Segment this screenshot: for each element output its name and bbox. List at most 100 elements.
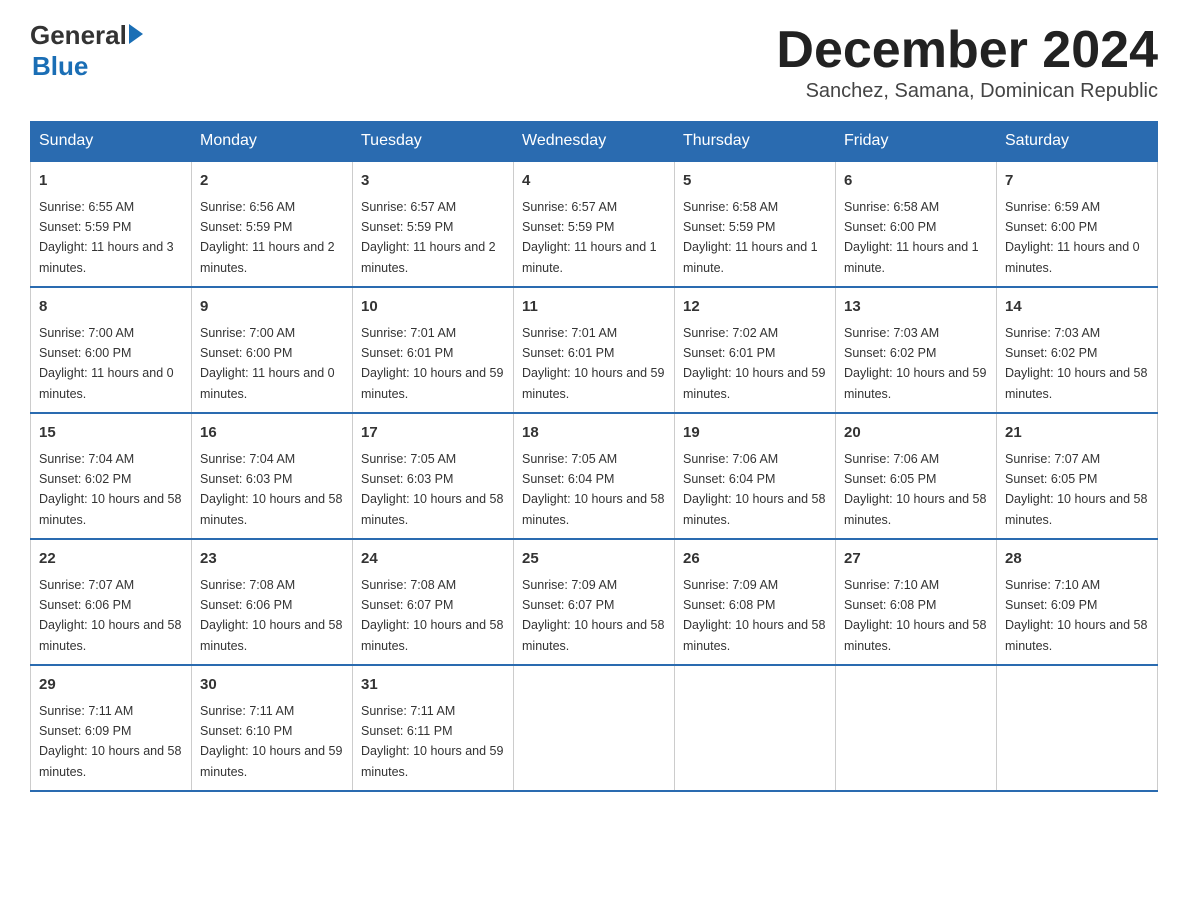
day-number: 24 (361, 548, 505, 571)
day-number: 7 (1005, 170, 1149, 193)
day-info: Sunrise: 7:06 AMSunset: 6:05 PMDaylight:… (844, 452, 986, 527)
day-info: Sunrise: 6:58 AMSunset: 5:59 PMDaylight:… (683, 200, 818, 275)
day-info: Sunrise: 6:58 AMSunset: 6:00 PMDaylight:… (844, 200, 979, 275)
weekday-header-sunday: Sunday (31, 122, 192, 162)
day-number: 20 (844, 422, 988, 445)
calendar-cell: 15 Sunrise: 7:04 AMSunset: 6:02 PMDayligh… (31, 413, 192, 539)
day-number: 17 (361, 422, 505, 445)
calendar-cell: 1 Sunrise: 6:55 AMSunset: 5:59 PMDaylight… (31, 161, 192, 287)
calendar-cell (997, 665, 1158, 791)
day-number: 21 (1005, 422, 1149, 445)
day-number: 18 (522, 422, 666, 445)
calendar-cell: 18 Sunrise: 7:05 AMSunset: 6:04 PMDayligh… (514, 413, 675, 539)
calendar-week-row: 22Sunrise: 7:07 AMSunset: 6:06 PMDayligh… (31, 539, 1158, 665)
calendar-table: SundayMondayTuesdayWednesdayThursdayFrid… (30, 121, 1158, 792)
day-number: 28 (1005, 548, 1149, 571)
day-info: Sunrise: 7:08 AMSunset: 6:07 PMDaylight:… (361, 578, 503, 653)
day-number: 6 (844, 170, 988, 193)
calendar-cell: 26Sunrise: 7:09 AMSunset: 6:08 PMDayligh… (675, 539, 836, 665)
calendar-cell: 27 Sunrise: 7:10 AMSunset: 6:08 PMDayligh… (836, 539, 997, 665)
day-info: Sunrise: 7:03 AMSunset: 6:02 PMDaylight:… (1005, 326, 1147, 401)
calendar-cell (836, 665, 997, 791)
calendar-cell: 25Sunrise: 7:09 AMSunset: 6:07 PMDayligh… (514, 539, 675, 665)
day-number: 25 (522, 548, 666, 571)
day-number: 2 (200, 170, 344, 193)
calendar-cell (514, 665, 675, 791)
month-year-title: December 2024 (776, 20, 1158, 80)
calendar-week-row: 1 Sunrise: 6:55 AMSunset: 5:59 PMDaylight… (31, 161, 1158, 287)
day-info: Sunrise: 6:56 AMSunset: 5:59 PMDaylight:… (200, 200, 335, 275)
logo-arrow-icon (129, 24, 143, 44)
day-info: Sunrise: 7:05 AMSunset: 6:04 PMDaylight:… (522, 452, 664, 527)
calendar-cell: 4 Sunrise: 6:57 AMSunset: 5:59 PMDaylight… (514, 161, 675, 287)
day-number: 1 (39, 170, 183, 193)
calendar-cell: 6 Sunrise: 6:58 AMSunset: 6:00 PMDaylight… (836, 161, 997, 287)
calendar-week-row: 8Sunrise: 7:00 AMSunset: 6:00 PMDaylight… (31, 287, 1158, 413)
day-number: 31 (361, 674, 505, 697)
location-subtitle: Sanchez, Samana, Dominican Republic (776, 80, 1158, 103)
calendar-cell: 28 Sunrise: 7:10 AMSunset: 6:09 PMDayligh… (997, 539, 1158, 665)
day-number: 9 (200, 296, 344, 319)
day-number: 5 (683, 170, 827, 193)
weekday-header-thursday: Thursday (675, 122, 836, 162)
calendar-cell: 7 Sunrise: 6:59 AMSunset: 6:00 PMDaylight… (997, 161, 1158, 287)
calendar-cell: 29Sunrise: 7:11 AMSunset: 6:09 PMDayligh… (31, 665, 192, 791)
day-info: Sunrise: 7:02 AMSunset: 6:01 PMDaylight:… (683, 326, 825, 401)
day-info: Sunrise: 6:55 AMSunset: 5:59 PMDaylight:… (39, 200, 174, 275)
calendar-cell: 30 Sunrise: 7:11 AMSunset: 6:10 PMDayligh… (192, 665, 353, 791)
day-info: Sunrise: 7:04 AMSunset: 6:02 PMDaylight:… (39, 452, 181, 527)
day-number: 15 (39, 422, 183, 445)
weekday-header-saturday: Saturday (997, 122, 1158, 162)
day-info: Sunrise: 6:59 AMSunset: 6:00 PMDaylight:… (1005, 200, 1140, 275)
calendar-cell (675, 665, 836, 791)
day-info: Sunrise: 7:11 AMSunset: 6:10 PMDaylight:… (200, 704, 342, 779)
calendar-cell: 20 Sunrise: 7:06 AMSunset: 6:05 PMDayligh… (836, 413, 997, 539)
day-number: 14 (1005, 296, 1149, 319)
day-number: 27 (844, 548, 988, 571)
day-info: Sunrise: 6:57 AMSunset: 5:59 PMDaylight:… (522, 200, 657, 275)
day-number: 19 (683, 422, 827, 445)
day-info: Sunrise: 7:10 AMSunset: 6:09 PMDaylight:… (1005, 578, 1147, 653)
calendar-cell: 19 Sunrise: 7:06 AMSunset: 6:04 PMDayligh… (675, 413, 836, 539)
day-number: 13 (844, 296, 988, 319)
calendar-cell: 5 Sunrise: 6:58 AMSunset: 5:59 PMDaylight… (675, 161, 836, 287)
day-info: Sunrise: 6:57 AMSunset: 5:59 PMDaylight:… (361, 200, 496, 275)
day-number: 10 (361, 296, 505, 319)
day-info: Sunrise: 7:01 AMSunset: 6:01 PMDaylight:… (361, 326, 503, 401)
calendar-cell: 3 Sunrise: 6:57 AMSunset: 5:59 PMDaylight… (353, 161, 514, 287)
logo-general-text: General (30, 20, 127, 51)
day-info: Sunrise: 7:07 AMSunset: 6:05 PMDaylight:… (1005, 452, 1147, 527)
day-info: Sunrise: 7:08 AMSunset: 6:06 PMDaylight:… (200, 578, 342, 653)
day-number: 22 (39, 548, 183, 571)
calendar-cell: 12 Sunrise: 7:02 AMSunset: 6:01 PMDayligh… (675, 287, 836, 413)
day-info: Sunrise: 7:05 AMSunset: 6:03 PMDaylight:… (361, 452, 503, 527)
day-info: Sunrise: 7:11 AMSunset: 6:11 PMDaylight:… (361, 704, 503, 779)
title-section: December 2024 Sanchez, Samana, Dominican… (776, 20, 1158, 103)
calendar-cell: 23Sunrise: 7:08 AMSunset: 6:06 PMDayligh… (192, 539, 353, 665)
day-info: Sunrise: 7:00 AMSunset: 6:00 PMDaylight:… (39, 326, 174, 401)
day-info: Sunrise: 7:06 AMSunset: 6:04 PMDaylight:… (683, 452, 825, 527)
calendar-week-row: 15 Sunrise: 7:04 AMSunset: 6:02 PMDayligh… (31, 413, 1158, 539)
day-info: Sunrise: 7:04 AMSunset: 6:03 PMDaylight:… (200, 452, 342, 527)
day-number: 4 (522, 170, 666, 193)
calendar-cell: 24 Sunrise: 7:08 AMSunset: 6:07 PMDayligh… (353, 539, 514, 665)
logo: General Blue (30, 20, 143, 82)
calendar-cell: 17 Sunrise: 7:05 AMSunset: 6:03 PMDayligh… (353, 413, 514, 539)
weekday-header-monday: Monday (192, 122, 353, 162)
weekday-header-wednesday: Wednesday (514, 122, 675, 162)
calendar-cell: 21 Sunrise: 7:07 AMSunset: 6:05 PMDayligh… (997, 413, 1158, 539)
weekday-header-friday: Friday (836, 122, 997, 162)
calendar-cell: 22Sunrise: 7:07 AMSunset: 6:06 PMDayligh… (31, 539, 192, 665)
day-number: 11 (522, 296, 666, 319)
calendar-cell: 11Sunrise: 7:01 AMSunset: 6:01 PMDayligh… (514, 287, 675, 413)
calendar-cell: 2 Sunrise: 6:56 AMSunset: 5:59 PMDaylight… (192, 161, 353, 287)
weekday-header-row: SundayMondayTuesdayWednesdayThursdayFrid… (31, 122, 1158, 162)
day-info: Sunrise: 7:00 AMSunset: 6:00 PMDaylight:… (200, 326, 335, 401)
day-number: 12 (683, 296, 827, 319)
day-number: 3 (361, 170, 505, 193)
day-info: Sunrise: 7:10 AMSunset: 6:08 PMDaylight:… (844, 578, 986, 653)
day-number: 30 (200, 674, 344, 697)
calendar-cell: 9 Sunrise: 7:00 AMSunset: 6:00 PMDaylight… (192, 287, 353, 413)
calendar-cell: 16Sunrise: 7:04 AMSunset: 6:03 PMDayligh… (192, 413, 353, 539)
day-info: Sunrise: 7:11 AMSunset: 6:09 PMDaylight:… (39, 704, 181, 779)
